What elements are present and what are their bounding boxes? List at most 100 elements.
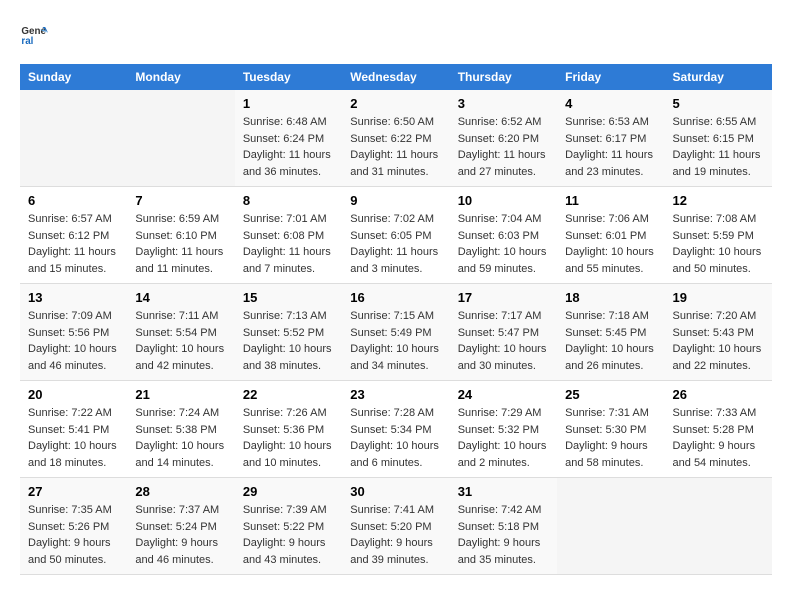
sunrise-text: Sunrise: 7:22 AM [28, 405, 119, 422]
calendar-cell: 30 Sunrise: 7:41 AM Sunset: 5:20 PM Dayl… [342, 478, 449, 575]
sunrise-text: Sunrise: 7:02 AM [350, 211, 441, 228]
sunset-text: Sunset: 6:17 PM [565, 131, 656, 148]
day-number: 28 [135, 484, 226, 499]
calendar-cell: 15 Sunrise: 7:13 AM Sunset: 5:52 PM Dayl… [235, 284, 342, 381]
calendar-cell: 22 Sunrise: 7:26 AM Sunset: 5:36 PM Dayl… [235, 381, 342, 478]
day-info: Sunrise: 6:55 AM Sunset: 6:15 PM Dayligh… [673, 114, 764, 180]
day-info: Sunrise: 7:39 AM Sunset: 5:22 PM Dayligh… [243, 502, 334, 568]
day-number: 29 [243, 484, 334, 499]
day-info: Sunrise: 7:28 AM Sunset: 5:34 PM Dayligh… [350, 405, 441, 471]
sunset-text: Sunset: 5:24 PM [135, 519, 226, 536]
daylight-text: Daylight: 11 hours and 36 minutes. [243, 147, 334, 180]
calendar-cell: 13 Sunrise: 7:09 AM Sunset: 5:56 PM Dayl… [20, 284, 127, 381]
day-number: 9 [350, 193, 441, 208]
daylight-text: Daylight: 10 hours and 2 minutes. [458, 438, 549, 471]
daylight-text: Daylight: 11 hours and 23 minutes. [565, 147, 656, 180]
daylight-text: Daylight: 10 hours and 46 minutes. [28, 341, 119, 374]
daylight-text: Daylight: 11 hours and 15 minutes. [28, 244, 119, 277]
weekday-header: Sunday [20, 64, 127, 90]
weekday-header: Tuesday [235, 64, 342, 90]
sunrise-text: Sunrise: 7:15 AM [350, 308, 441, 325]
sunrise-text: Sunrise: 7:09 AM [28, 308, 119, 325]
calendar-cell: 29 Sunrise: 7:39 AM Sunset: 5:22 PM Dayl… [235, 478, 342, 575]
day-number: 7 [135, 193, 226, 208]
daylight-text: Daylight: 10 hours and 42 minutes. [135, 341, 226, 374]
logo: Gene ral [20, 20, 52, 48]
sunset-text: Sunset: 5:52 PM [243, 325, 334, 342]
weekday-header: Friday [557, 64, 664, 90]
calendar-week-row: 1 Sunrise: 6:48 AM Sunset: 6:24 PM Dayli… [20, 90, 772, 187]
sunset-text: Sunset: 5:59 PM [673, 228, 764, 245]
daylight-text: Daylight: 9 hours and 58 minutes. [565, 438, 656, 471]
sunrise-text: Sunrise: 6:52 AM [458, 114, 549, 131]
daylight-text: Daylight: 9 hours and 39 minutes. [350, 535, 441, 568]
sunrise-text: Sunrise: 6:57 AM [28, 211, 119, 228]
daylight-text: Daylight: 10 hours and 18 minutes. [28, 438, 119, 471]
sunrise-text: Sunrise: 6:59 AM [135, 211, 226, 228]
calendar-cell: 12 Sunrise: 7:08 AM Sunset: 5:59 PM Dayl… [665, 187, 772, 284]
calendar-cell [665, 478, 772, 575]
calendar-cell [127, 90, 234, 187]
page-header: Gene ral [20, 20, 772, 48]
sunrise-text: Sunrise: 6:50 AM [350, 114, 441, 131]
day-info: Sunrise: 7:15 AM Sunset: 5:49 PM Dayligh… [350, 308, 441, 374]
day-number: 27 [28, 484, 119, 499]
sunset-text: Sunset: 5:30 PM [565, 422, 656, 439]
calendar-cell: 17 Sunrise: 7:17 AM Sunset: 5:47 PM Dayl… [450, 284, 557, 381]
sunset-text: Sunset: 5:34 PM [350, 422, 441, 439]
daylight-text: Daylight: 10 hours and 55 minutes. [565, 244, 656, 277]
day-number: 14 [135, 290, 226, 305]
sunset-text: Sunset: 6:08 PM [243, 228, 334, 245]
daylight-text: Daylight: 11 hours and 11 minutes. [135, 244, 226, 277]
sunset-text: Sunset: 5:45 PM [565, 325, 656, 342]
sunrise-text: Sunrise: 7:29 AM [458, 405, 549, 422]
day-number: 10 [458, 193, 549, 208]
day-info: Sunrise: 7:26 AM Sunset: 5:36 PM Dayligh… [243, 405, 334, 471]
calendar-cell: 14 Sunrise: 7:11 AM Sunset: 5:54 PM Dayl… [127, 284, 234, 381]
sunset-text: Sunset: 6:24 PM [243, 131, 334, 148]
day-info: Sunrise: 6:48 AM Sunset: 6:24 PM Dayligh… [243, 114, 334, 180]
day-number: 30 [350, 484, 441, 499]
daylight-text: Daylight: 10 hours and 30 minutes. [458, 341, 549, 374]
daylight-text: Daylight: 9 hours and 54 minutes. [673, 438, 764, 471]
day-info: Sunrise: 7:31 AM Sunset: 5:30 PM Dayligh… [565, 405, 656, 471]
day-info: Sunrise: 7:06 AM Sunset: 6:01 PM Dayligh… [565, 211, 656, 277]
sunrise-text: Sunrise: 7:28 AM [350, 405, 441, 422]
sunset-text: Sunset: 5:56 PM [28, 325, 119, 342]
daylight-text: Daylight: 9 hours and 35 minutes. [458, 535, 549, 568]
day-number: 23 [350, 387, 441, 402]
weekday-header: Thursday [450, 64, 557, 90]
calendar-cell: 4 Sunrise: 6:53 AM Sunset: 6:17 PM Dayli… [557, 90, 664, 187]
sunset-text: Sunset: 6:20 PM [458, 131, 549, 148]
day-info: Sunrise: 7:33 AM Sunset: 5:28 PM Dayligh… [673, 405, 764, 471]
day-info: Sunrise: 6:57 AM Sunset: 6:12 PM Dayligh… [28, 211, 119, 277]
sunrise-text: Sunrise: 7:33 AM [673, 405, 764, 422]
day-number: 3 [458, 96, 549, 111]
calendar-week-row: 13 Sunrise: 7:09 AM Sunset: 5:56 PM Dayl… [20, 284, 772, 381]
sunrise-text: Sunrise: 7:26 AM [243, 405, 334, 422]
calendar-week-row: 6 Sunrise: 6:57 AM Sunset: 6:12 PM Dayli… [20, 187, 772, 284]
sunrise-text: Sunrise: 7:41 AM [350, 502, 441, 519]
daylight-text: Daylight: 10 hours and 38 minutes. [243, 341, 334, 374]
sunset-text: Sunset: 5:36 PM [243, 422, 334, 439]
daylight-text: Daylight: 10 hours and 6 minutes. [350, 438, 441, 471]
day-number: 8 [243, 193, 334, 208]
day-number: 17 [458, 290, 549, 305]
day-number: 22 [243, 387, 334, 402]
day-number: 25 [565, 387, 656, 402]
sunrise-text: Sunrise: 7:18 AM [565, 308, 656, 325]
daylight-text: Daylight: 10 hours and 22 minutes. [673, 341, 764, 374]
daylight-text: Daylight: 10 hours and 50 minutes. [673, 244, 764, 277]
sunset-text: Sunset: 5:28 PM [673, 422, 764, 439]
daylight-text: Daylight: 11 hours and 31 minutes. [350, 147, 441, 180]
sunset-text: Sunset: 6:05 PM [350, 228, 441, 245]
calendar-cell: 11 Sunrise: 7:06 AM Sunset: 6:01 PM Dayl… [557, 187, 664, 284]
day-number: 26 [673, 387, 764, 402]
daylight-text: Daylight: 10 hours and 34 minutes. [350, 341, 441, 374]
day-info: Sunrise: 7:42 AM Sunset: 5:18 PM Dayligh… [458, 502, 549, 568]
sunrise-text: Sunrise: 7:31 AM [565, 405, 656, 422]
day-number: 15 [243, 290, 334, 305]
calendar-cell [20, 90, 127, 187]
calendar-cell: 19 Sunrise: 7:20 AM Sunset: 5:43 PM Dayl… [665, 284, 772, 381]
day-info: Sunrise: 6:53 AM Sunset: 6:17 PM Dayligh… [565, 114, 656, 180]
